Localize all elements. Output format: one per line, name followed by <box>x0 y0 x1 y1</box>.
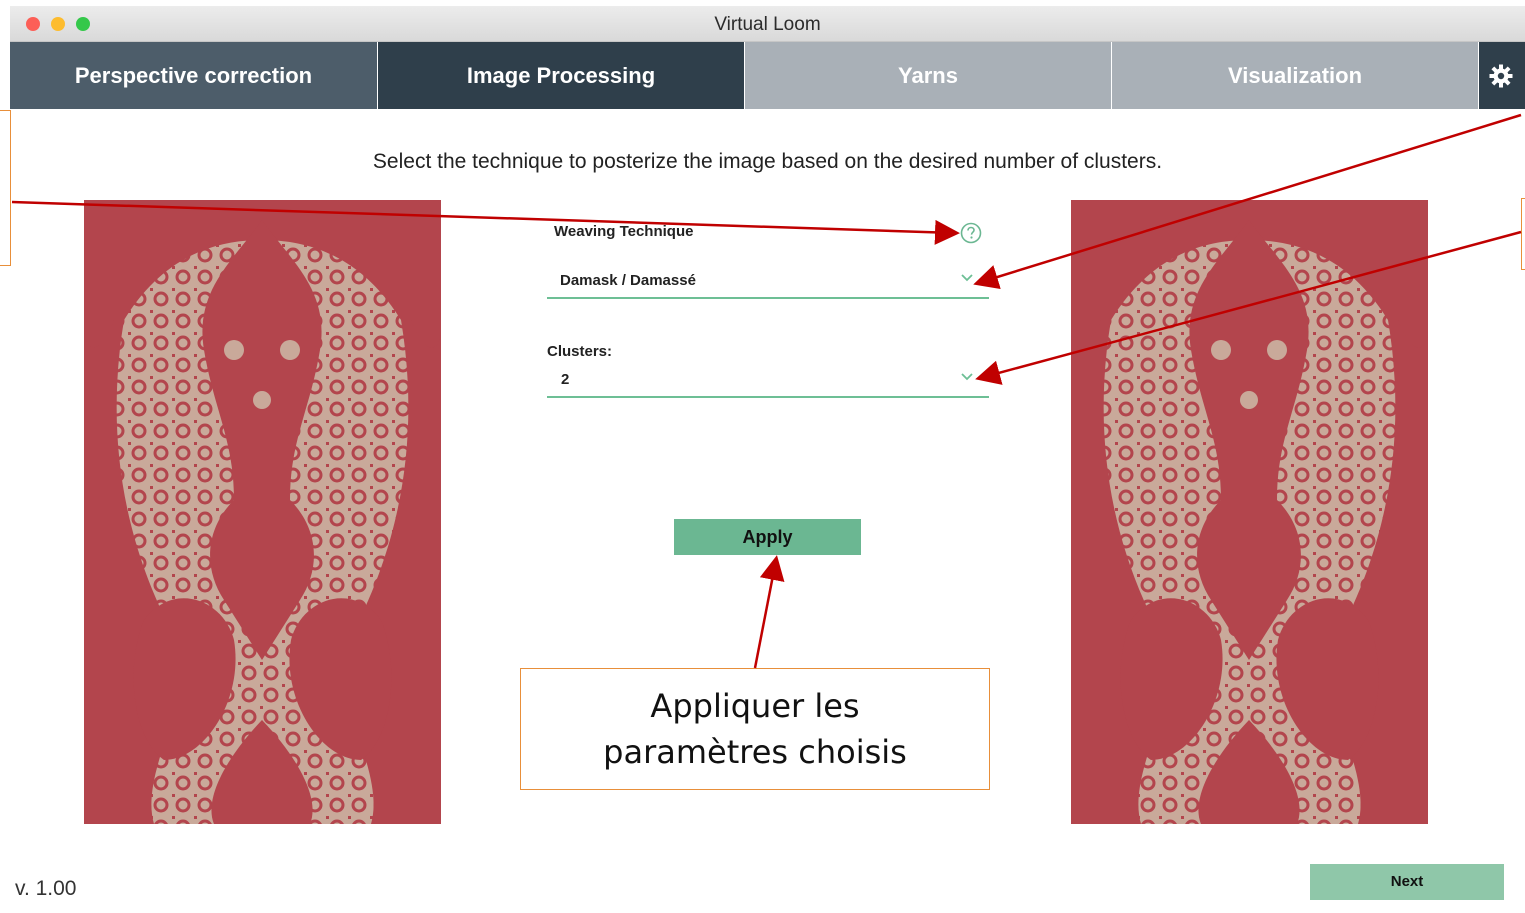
weaving-technique-label: Weaving Technique <box>554 223 694 240</box>
tab-visualization[interactable]: Visualization <box>1112 42 1478 109</box>
clusters-label: Clusters: <box>547 343 613 360</box>
weaving-technique-select[interactable]: Damask / Damassé <box>547 263 989 299</box>
question-circle-icon[interactable] <box>960 222 982 244</box>
tab-yarns[interactable]: Yarns <box>745 42 1111 109</box>
clusters-select[interactable]: 2 <box>547 362 989 398</box>
next-button[interactable]: Next <box>1310 864 1504 900</box>
version-label: v. 1.00 <box>15 877 77 900</box>
window-title: Virtual Loom <box>714 14 821 35</box>
source-image <box>84 200 441 824</box>
chevron-down-icon <box>961 274 973 282</box>
callout-line-2: paramètres choisis <box>603 733 907 771</box>
annotation-callout: Appliquer les paramètres choisis <box>520 668 990 790</box>
posterized-image <box>1071 200 1428 824</box>
callout-line-1: Appliquer les <box>650 687 860 725</box>
annotation-callout-left-fragment <box>0 110 11 266</box>
title-bar: Virtual Loom <box>10 6 1525 42</box>
tab-perspective-correction[interactable]: Perspective correction <box>10 42 377 109</box>
clusters-value: 2 <box>561 371 570 388</box>
tab-bar: Perspective correction Image Processing … <box>10 42 1525 109</box>
weaving-technique-value: Damask / Damassé <box>560 272 696 289</box>
chevron-down-icon <box>961 373 973 381</box>
instruction-text: Select the technique to posterize the im… <box>372 150 1163 173</box>
apply-button[interactable]: Apply <box>674 519 861 555</box>
gear-icon <box>1489 64 1513 88</box>
settings-button[interactable] <box>1479 42 1525 109</box>
annotation-callout-right-fragment <box>1521 198 1525 270</box>
tab-image-processing[interactable]: Image Processing <box>378 42 744 109</box>
